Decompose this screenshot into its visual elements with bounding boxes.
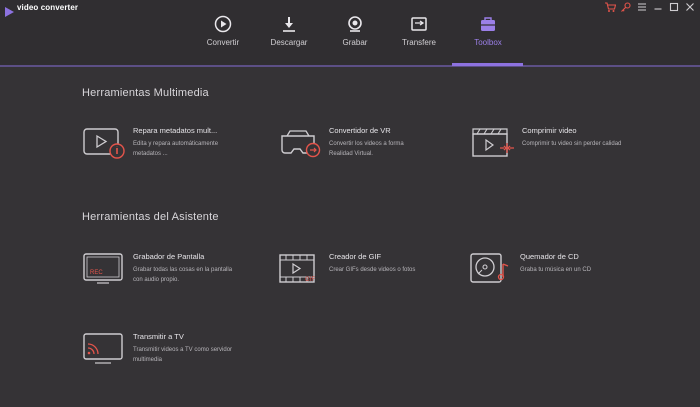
tool-description: Edita y repara automáticamente metadatos… (133, 141, 219, 157)
maximize-icon[interactable] (668, 1, 680, 13)
tool-name: Transmitir a TV (133, 332, 184, 341)
app-logo-icon (5, 4, 14, 17)
tool-name: Comprimir video (522, 126, 577, 135)
tool-name: Creador de GIF (329, 252, 382, 261)
cart-icon[interactable] (604, 1, 616, 13)
tool-cd-burner[interactable]: Quemador de CD Graba tu música en un CD (470, 252, 650, 296)
top-bar: video converter Convertir Descargar Grab… (0, 0, 700, 66)
close-icon[interactable] (684, 1, 696, 13)
tool-fix-metadata[interactable]: Repara metadatos mult... Edita y repara … (83, 126, 263, 170)
download-icon (280, 15, 298, 33)
tab-descargar[interactable]: Descargar (254, 15, 324, 59)
play-circle-icon (214, 15, 232, 33)
gif-maker-icon: GIF (279, 252, 323, 286)
app-title: video converter (17, 3, 79, 12)
tool-compress-video[interactable]: Comprimir video Comprimir tu video sin p… (472, 126, 652, 170)
tab-convertir[interactable]: Convertir (188, 15, 258, 59)
tab-label: Grabar (342, 38, 368, 47)
tool-description: Crear GIFs desde videos o fotos (329, 267, 416, 273)
tool-name: Grabador de Pantalla (133, 252, 205, 261)
svg-text:REC: REC (90, 270, 103, 276)
tab-transfer[interactable]: Transfere (384, 15, 454, 59)
tool-screen-recorder[interactable]: REC Grabador de Pantalla Grabar todas la… (83, 252, 263, 296)
tab-toolbox[interactable]: Toolbox (453, 15, 523, 59)
tool-name: Quemador de CD (520, 252, 579, 261)
svg-text:GIF: GIF (305, 277, 315, 283)
header-divider (0, 65, 700, 67)
window-controls (604, 1, 696, 13)
section-title-multimedia: Herramientas Multimedia (82, 87, 209, 99)
tab-label: Descargar (270, 38, 308, 47)
tool-vr-converter[interactable]: Convertidor de VR Convertir los videos a… (279, 126, 459, 170)
screen-recorder-icon: REC (83, 252, 127, 286)
fix-metadata-icon (83, 126, 127, 160)
tool-description: Graba tu música en un CD (520, 267, 592, 273)
tool-name: Convertidor de VR (329, 126, 391, 135)
menu-icon[interactable] (636, 1, 648, 13)
tab-label: Toolbox (474, 38, 502, 47)
section-title-assistant: Herramientas del Asistente (82, 211, 219, 223)
cd-burner-icon (470, 252, 514, 286)
tool-description: Comprimir tu video sin perder calidad (522, 141, 622, 147)
active-tab-indicator (452, 63, 523, 66)
tool-description: Convertir los videos a forma Realidad Vi… (329, 141, 404, 157)
tool-cast-to-tv[interactable]: Transmitir a TV Transmitir videos a TV c… (83, 332, 263, 376)
minimize-icon[interactable] (652, 1, 664, 13)
cast-to-tv-icon (83, 332, 127, 366)
toolbox-icon (479, 15, 497, 33)
compress-video-icon (472, 126, 516, 160)
tool-name: Repara metadatos mult... (133, 126, 218, 135)
tool-gif-maker[interactable]: GIF Creador de GIF Crear GIFs desde vide… (279, 252, 459, 296)
tab-label: Transfere (402, 38, 436, 47)
tool-description: Grabar todas las cosas en la pantalla co… (133, 267, 233, 283)
tool-description: Transmitir videos a TV como servidor mul… (133, 347, 233, 363)
key-icon[interactable] (620, 1, 632, 13)
transfer-icon (410, 15, 428, 33)
record-icon (346, 15, 364, 33)
vr-headset-icon (279, 126, 323, 160)
tab-grabar[interactable]: Grabar (320, 15, 390, 59)
tab-label: Convertir (206, 38, 240, 47)
